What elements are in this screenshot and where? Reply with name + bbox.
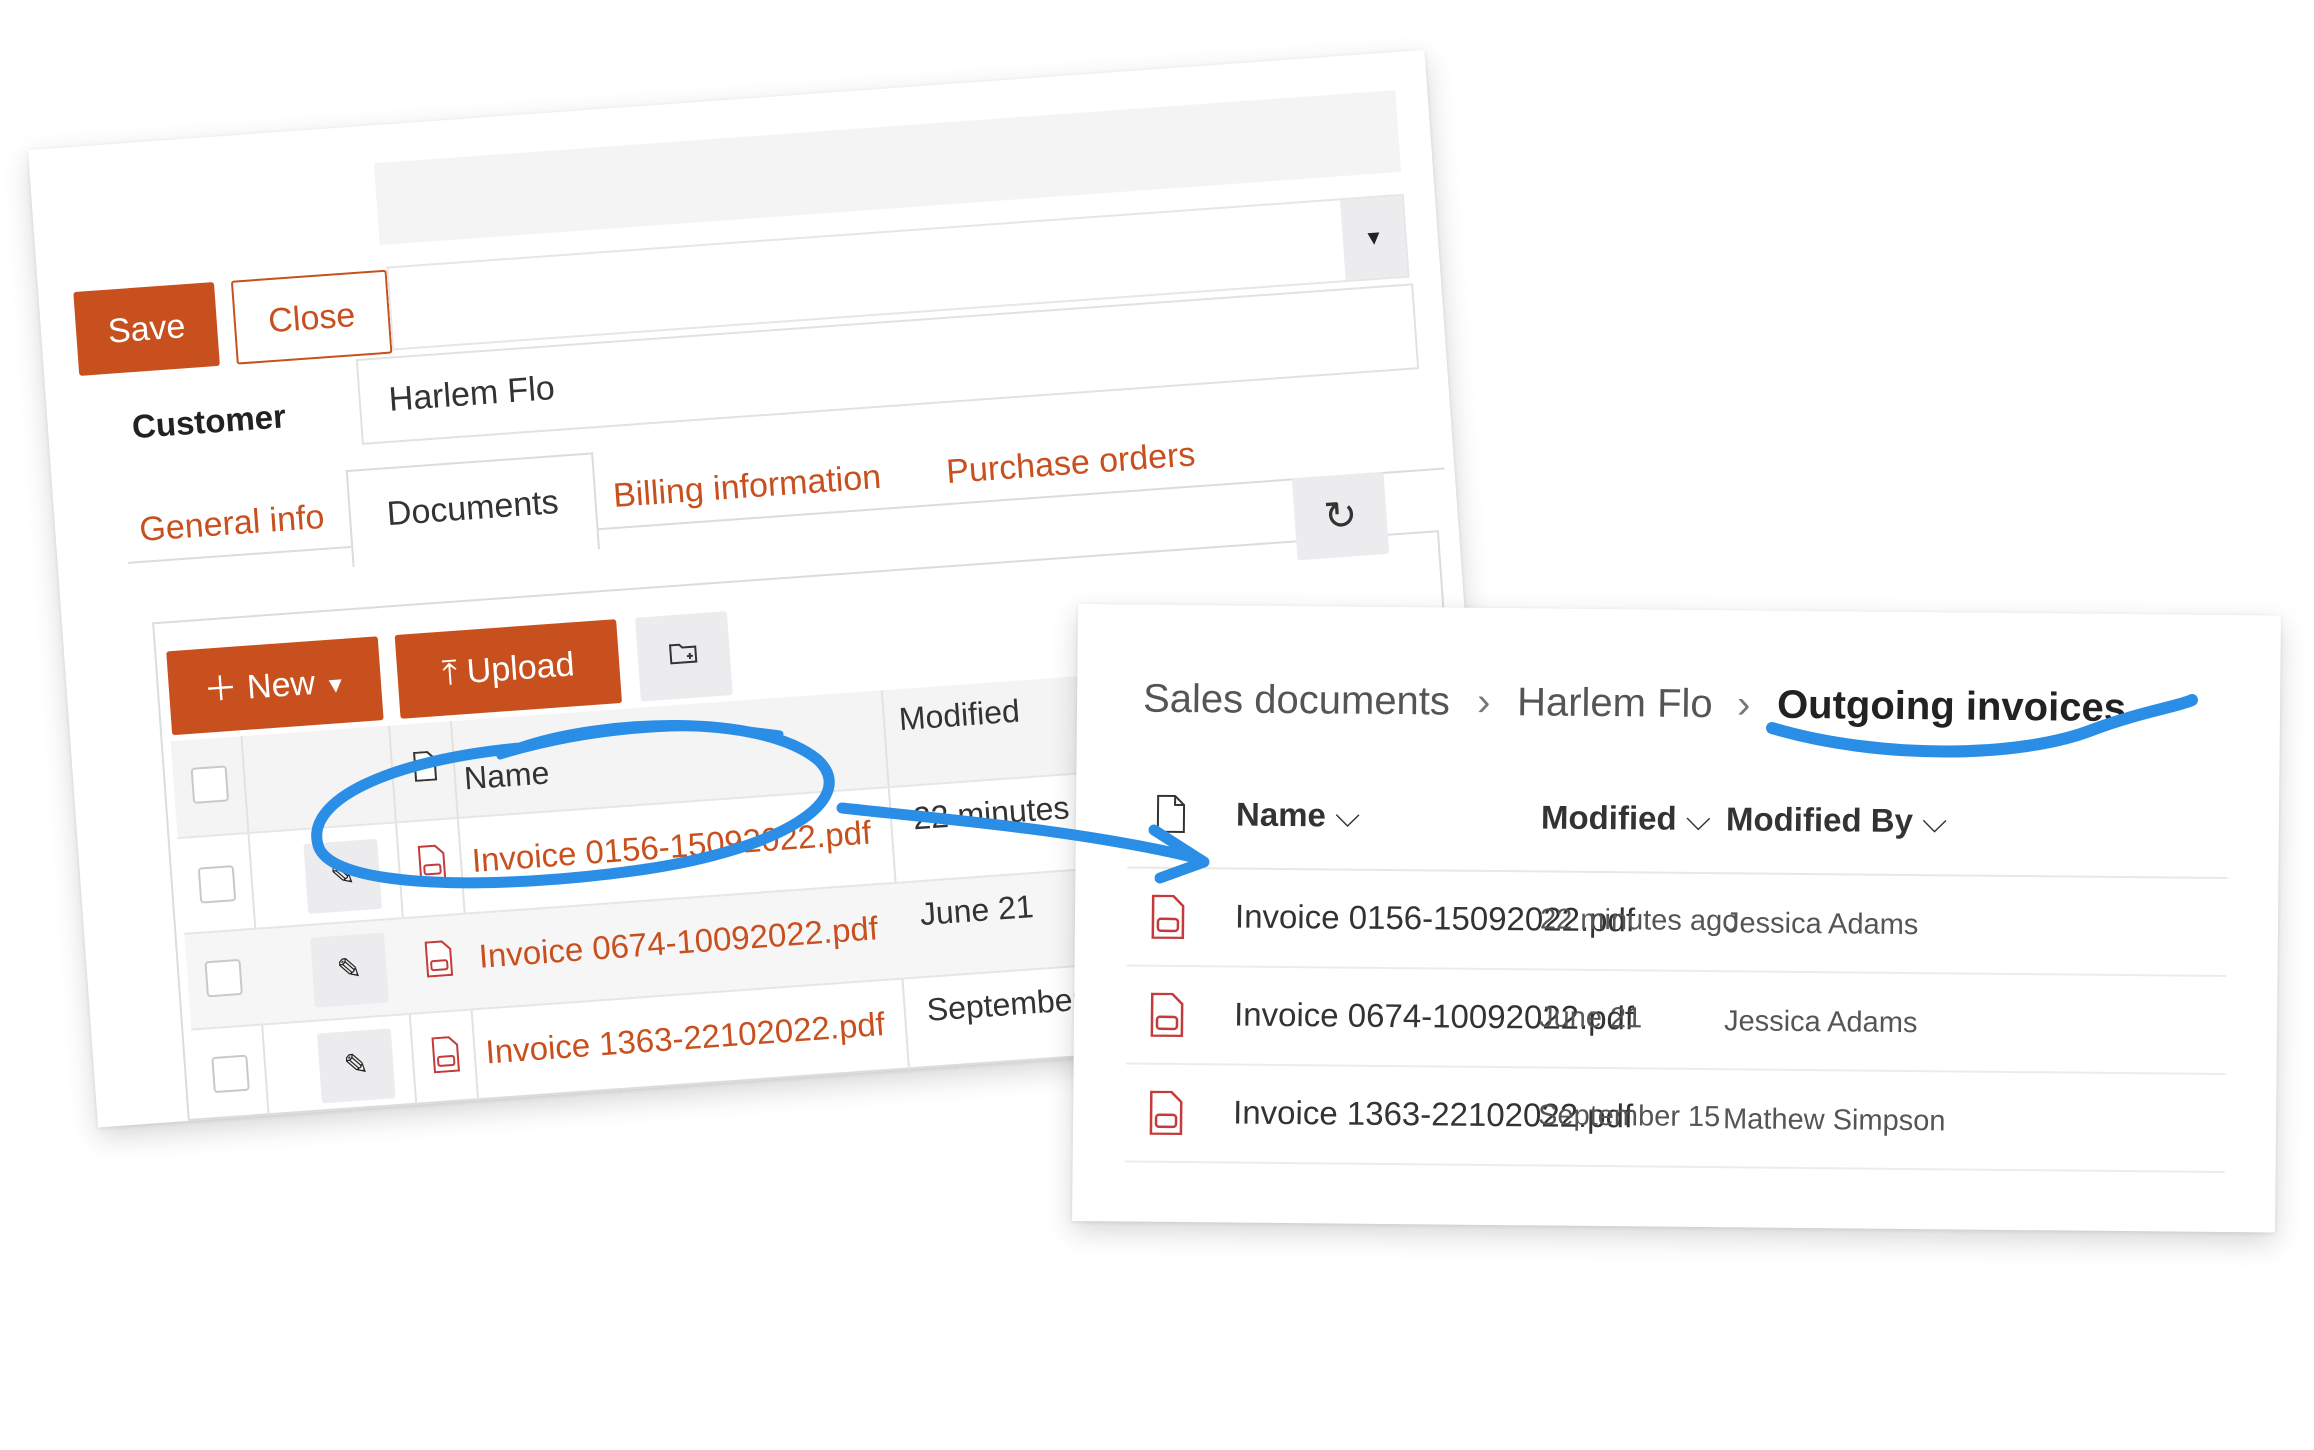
new-button[interactable]: ＋ New ▼ — [166, 636, 384, 736]
new-button-label: New — [245, 663, 317, 707]
customer-label: Customer — [130, 397, 288, 446]
caret-down-icon: ▼ — [323, 671, 348, 699]
column-header-name-label: Name — [1235, 795, 1327, 834]
new-folder-icon[interactable] — [634, 611, 733, 702]
chevron-down-icon: ⌵ — [1921, 802, 1948, 840]
tab-documents[interactable]: Documents — [345, 452, 600, 567]
close-button[interactable]: Close — [230, 269, 393, 365]
chevron-down-icon: ⌵ — [1334, 796, 1361, 834]
save-button[interactable]: Save — [73, 282, 220, 376]
breadcrumb-harlem-flo[interactable]: Harlem Flo — [1517, 680, 1713, 727]
column-header-modified-by-label: Modified By — [1725, 800, 1914, 840]
document-library-card: Sales documents › Harlem Flo › Outgoing … — [1072, 604, 2281, 1233]
chevron-right-icon: › — [1476, 679, 1491, 724]
document-icon — [1156, 794, 1186, 834]
column-header-modified-by[interactable]: Modified By ⌵ — [1726, 800, 1948, 841]
pdf-icon — [431, 1036, 460, 1074]
select-all-checkbox[interactable] — [190, 765, 230, 804]
modified-by-cell: Mathew Simpson — [1722, 1103, 1946, 1138]
upload-button-label: Upload — [465, 645, 576, 691]
header-divider — [1127, 866, 2228, 880]
upload-button[interactable]: ⤒ Upload — [394, 619, 623, 719]
row-checkbox[interactable] — [211, 1054, 250, 1094]
modified-cell: 22 minutes ago — [1539, 903, 1739, 938]
pencil-icon[interactable]: ✎ — [303, 838, 383, 914]
column-header-modified-label: Modified — [1540, 798, 1677, 837]
chevron-down-icon: ⌵ — [1685, 799, 1711, 838]
column-header-name[interactable]: Name ⌵ — [1236, 796, 1360, 836]
pdf-icon — [1150, 992, 1184, 1038]
plus-icon: ＋ — [202, 669, 240, 710]
tab-purchase-orders[interactable]: Purchase orders — [945, 435, 1197, 492]
row-divider — [1124, 1160, 2225, 1174]
row-divider — [1125, 1062, 2226, 1076]
row-checkbox[interactable] — [197, 865, 237, 904]
document-icon — [413, 750, 438, 782]
row-divider — [1126, 964, 2227, 978]
tab-general-info[interactable]: General info — [138, 498, 326, 550]
chevron-right-icon: › — [1736, 682, 1751, 727]
pdf-icon — [1149, 1090, 1183, 1136]
breadcrumb-sales-documents[interactable]: Sales documents — [1143, 677, 1450, 725]
column-header-name[interactable]: Name — [463, 754, 551, 797]
pencil-icon[interactable]: ✎ — [310, 932, 389, 1008]
pdf-icon — [424, 940, 454, 978]
tab-billing-information[interactable]: Billing information — [612, 458, 882, 516]
chevron-down-icon[interactable]: ▾ — [1339, 195, 1408, 281]
modified-cell: September 15 — [1537, 1099, 1721, 1134]
refresh-icon[interactable]: ↻ — [1291, 471, 1390, 561]
pencil-icon[interactable]: ✎ — [316, 1028, 396, 1104]
modified-cell: June 21 — [1538, 1001, 1643, 1035]
row-checkbox[interactable] — [204, 958, 243, 998]
breadcrumb-outgoing-invoices: Outgoing invoices — [1776, 682, 2127, 731]
pdf-icon — [1151, 894, 1185, 940]
upload-icon: ⤒ — [441, 653, 459, 693]
pdf-icon — [417, 844, 447, 882]
modified-by-cell: Jessica Adams — [1724, 907, 1919, 942]
modified-by-cell: Jessica Adams — [1723, 1005, 1918, 1040]
column-header-modified[interactable]: Modified ⌵ — [1541, 798, 1711, 839]
